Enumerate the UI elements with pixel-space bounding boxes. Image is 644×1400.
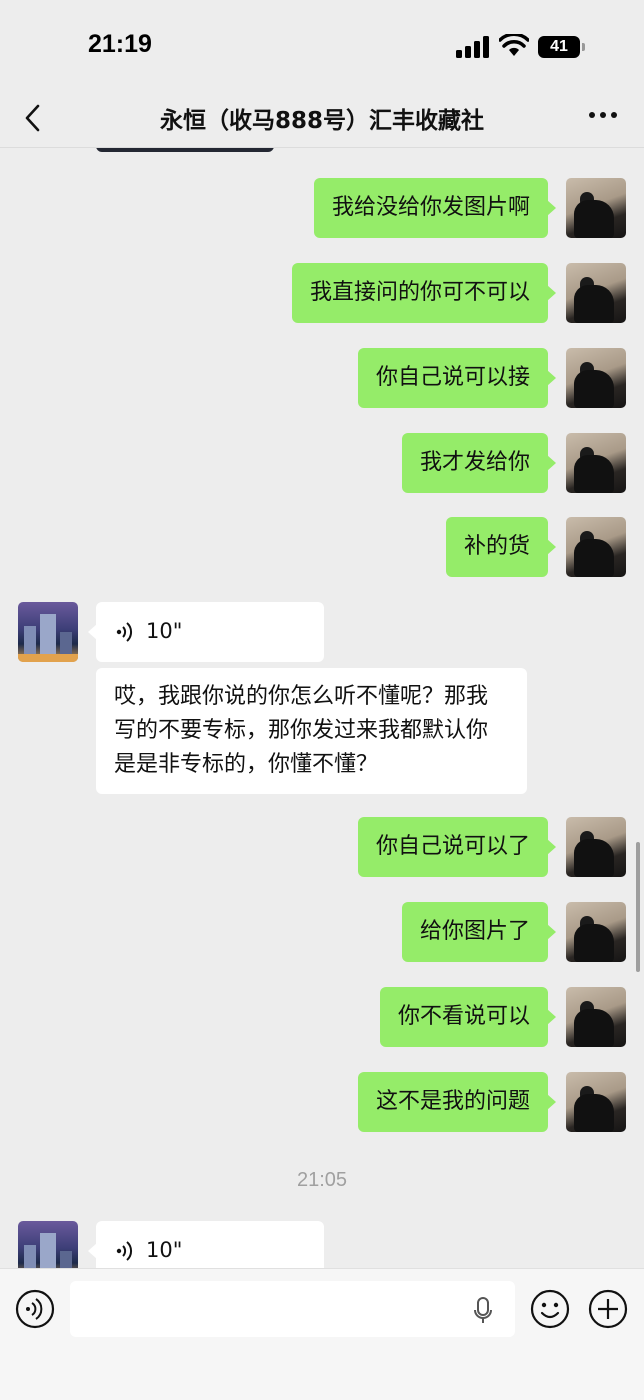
- voice-duration: 10": [146, 1238, 183, 1262]
- outgoing-bubble[interactable]: 你自己说可以了: [357, 817, 557, 877]
- wifi-icon: [499, 34, 529, 56]
- contact-avatar[interactable]: [18, 602, 78, 662]
- voice-wave-icon: [116, 1241, 133, 1261]
- my-avatar[interactable]: [566, 1072, 626, 1132]
- cellular-signal-icon: [456, 36, 489, 58]
- emoji-icon[interactable]: [530, 1289, 570, 1329]
- message-row-outgoing: 你不看说可以: [0, 987, 644, 1047]
- message-list[interactable]: 我给没给你发图片啊 我直接问的你可不可以 你自己说可以接 我才发给你 补的货 1…: [0, 148, 644, 1268]
- scrollbar[interactable]: [636, 842, 640, 972]
- message-row-outgoing: 你自己说可以接: [0, 348, 644, 408]
- outgoing-bubble[interactable]: 你自己说可以接: [357, 348, 557, 408]
- message-row-outgoing: 我直接问的你可不可以: [0, 263, 644, 323]
- message-row-outgoing: 你自己说可以了: [0, 817, 644, 877]
- voice-duration: 10": [146, 619, 183, 643]
- status-bar: 21:19 41: [0, 0, 644, 92]
- status-time: 21:19: [88, 30, 152, 58]
- message-row-outgoing: 我给没给你发图片啊: [0, 178, 644, 238]
- my-avatar[interactable]: [566, 902, 626, 962]
- my-avatar[interactable]: [566, 348, 626, 408]
- my-avatar[interactable]: [566, 178, 626, 238]
- message-input[interactable]: [70, 1281, 515, 1337]
- my-avatar[interactable]: [566, 263, 626, 323]
- voice-message-bubble[interactable]: 10": [88, 602, 324, 662]
- contact-avatar[interactable]: [18, 1221, 78, 1268]
- message-row-incoming: 10" 哎，我跟你说的你怎么听不懂呢？那我写的不要专标，那你发过来我都默认你是是…: [0, 602, 644, 794]
- voice-message-bubble[interactable]: 10": [88, 1221, 324, 1268]
- outgoing-bubble[interactable]: 我给没给你发图片啊: [313, 178, 557, 238]
- message-row-outgoing: 给你图片了: [0, 902, 644, 962]
- message-row-incoming: 10": [0, 1221, 644, 1268]
- chat-title: 永恒（收马888号）汇丰收藏社: [159, 108, 484, 134]
- outgoing-bubble[interactable]: 我直接问的你可不可以: [291, 263, 557, 323]
- message-timestamp: 21:05: [296, 1169, 348, 1191]
- add-more-icon[interactable]: [588, 1289, 628, 1329]
- message-row-outgoing: 这不是我的问题: [0, 1072, 644, 1132]
- my-avatar[interactable]: [566, 987, 626, 1047]
- outgoing-bubble[interactable]: 补的货: [445, 517, 557, 577]
- voice-wave-icon: [116, 622, 133, 642]
- input-bar: [0, 1268, 644, 1400]
- outgoing-bubble[interactable]: 给你图片了: [401, 902, 557, 962]
- voice-input-toggle-icon[interactable]: [15, 1289, 55, 1329]
- my-avatar[interactable]: [566, 817, 626, 877]
- outgoing-bubble[interactable]: 我才发给你: [401, 433, 557, 493]
- battery-indicator: 41: [538, 36, 585, 58]
- my-avatar[interactable]: [566, 517, 626, 577]
- microphone-icon[interactable]: [472, 1296, 494, 1326]
- partial-image-message[interactable]: [96, 148, 274, 152]
- message-row-outgoing: 我才发给你: [0, 433, 644, 493]
- chat-header: 永恒（收马888号）汇丰收藏社: [0, 92, 644, 148]
- outgoing-bubble[interactable]: 这不是我的问题: [357, 1072, 557, 1132]
- more-options-icon[interactable]: [588, 111, 618, 119]
- outgoing-bubble[interactable]: 你不看说可以: [379, 987, 557, 1047]
- incoming-text-bubble[interactable]: 哎，我跟你说的你怎么听不懂呢？那我写的不要专标，那你发过来我都默认你是是非专标的…: [96, 668, 527, 794]
- message-row-outgoing: 补的货: [0, 517, 644, 577]
- my-avatar[interactable]: [566, 433, 626, 493]
